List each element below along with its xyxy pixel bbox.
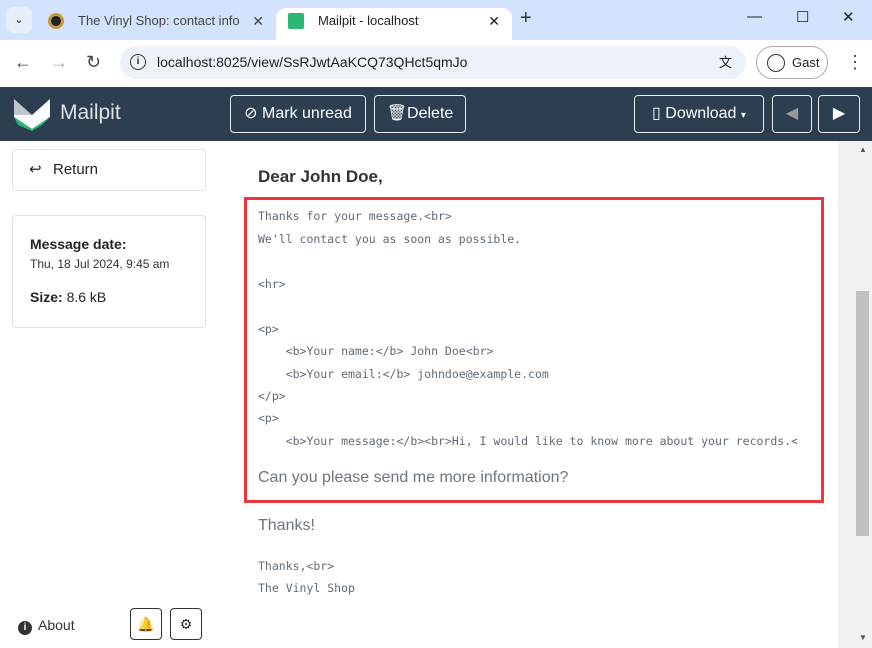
settings-button[interactable]: ⚙ <box>170 608 202 640</box>
caret-down-icon: ▾ <box>740 110 746 121</box>
info-icon: i <box>18 621 32 635</box>
body-line: Thanks for your message.<br> <box>258 209 452 223</box>
app-header: Mailpit ⊘ Mark unread 🗑Delete ▯ Download… <box>0 87 872 141</box>
address-bar-row: ← → ↻ i localhost:8025/view/SsRJwtAaKCQ7… <box>0 40 872 87</box>
mailpit-favicon-icon <box>288 13 304 29</box>
signature-line: Thanks,<br> <box>258 559 335 573</box>
back-button[interactable]: ← <box>14 52 32 73</box>
eye-slash-icon: ⊘ <box>244 105 263 122</box>
mailpit-logo-icon <box>14 99 50 131</box>
body-thanks: Thanks! <box>258 517 315 534</box>
body-line: <p> <box>258 411 279 425</box>
brand-name[interactable]: Mailpit <box>60 101 121 125</box>
tab-mailpit[interactable]: Mailpit - localhost ✕ <box>276 8 512 40</box>
maximize-button[interactable]: ☐ <box>796 8 809 26</box>
body-line: <b>Your name:</b> John Doe<br> <box>258 344 494 358</box>
menu-kebab-icon[interactable]: ⋮ <box>846 52 864 73</box>
download-button[interactable]: ▯ Download ▾ <box>634 95 764 133</box>
reload-button[interactable]: ↻ <box>86 52 101 73</box>
previous-message-button[interactable]: ◀ <box>772 95 812 133</box>
size-value: 8.6 kB <box>66 289 107 305</box>
scrollbar-thumb[interactable] <box>856 291 869 536</box>
body-line: We'll contact you as soon as possible. <box>258 232 522 246</box>
site-info-icon[interactable]: i <box>130 54 146 70</box>
translate-icon[interactable]: 文 <box>719 46 732 79</box>
profile-button[interactable]: Gast <box>756 46 828 79</box>
next-message-button[interactable]: ▶ <box>818 95 860 133</box>
close-tab-icon[interactable]: ✕ <box>252 8 264 34</box>
tab-search-button[interactable]: ⌄ <box>6 7 32 33</box>
vertical-scrollbar[interactable]: ▲ ▼ <box>838 141 872 648</box>
close-window-button[interactable]: ✕ <box>842 8 855 26</box>
label: Delete <box>407 105 454 122</box>
gear-icon: ⚙ <box>179 616 193 632</box>
body-line: <p> <box>258 322 279 336</box>
size-label: Size: <box>30 289 63 305</box>
profile-icon <box>767 54 785 72</box>
bell-icon: 🔔 <box>137 616 155 632</box>
profile-name: Gast <box>792 55 820 70</box>
body-line: <b>Your email:</b> johndoe@example.com <box>258 367 549 381</box>
browser-tab-bar: ⌄ The Vinyl Shop: contact info ✕ Mailpit… <box>0 0 872 40</box>
vinyl-favicon-icon <box>48 13 64 29</box>
label: Download <box>665 105 737 122</box>
label: Mark unread <box>262 105 352 122</box>
delete-button[interactable]: 🗑Delete <box>374 95 466 133</box>
body-question: Can you please send me more information? <box>258 469 569 486</box>
body-line: <hr> <box>258 277 286 291</box>
date-value: Thu, 18 Jul 2024, 9:45 am <box>30 257 170 271</box>
tab-title: The Vinyl Shop: contact info <box>78 13 240 28</box>
file-download-icon: ▯ <box>652 105 666 122</box>
message-info-card: Message date: Thu, 18 Jul 2024, 9:45 am … <box>12 215 206 328</box>
sidebar: ↩ Return Message date: Thu, 18 Jul 2024, … <box>0 141 220 648</box>
tab-vinyl-shop[interactable]: The Vinyl Shop: contact info ✕ <box>36 8 276 40</box>
url-text: localhost:8025/view/SsRJwtAaKCQ73QHct5qm… <box>157 54 468 70</box>
minimize-button[interactable]: — <box>747 8 762 25</box>
mark-unread-button[interactable]: ⊘ Mark unread <box>230 95 366 133</box>
forward-button[interactable]: → <box>50 52 68 73</box>
scroll-up-icon[interactable]: ▲ <box>859 145 867 154</box>
tab-title: Mailpit - localhost <box>318 13 419 28</box>
scroll-down-icon[interactable]: ▼ <box>859 633 867 642</box>
return-arrow-icon: ↩ <box>29 161 42 178</box>
label: Return <box>53 161 99 178</box>
body-line: <b>Your message:</b><br>Hi, I would like… <box>258 434 799 448</box>
about-link[interactable]: i About <box>18 617 75 635</box>
return-button[interactable]: ↩ Return <box>12 149 206 191</box>
greeting: Dear John Doe, <box>258 167 383 186</box>
body-line: </p> <box>258 389 286 403</box>
notifications-button[interactable]: 🔔 <box>130 608 162 640</box>
signature-line: The Vinyl Shop <box>258 581 355 595</box>
label: About <box>38 617 75 633</box>
date-label: Message date: <box>30 236 127 252</box>
url-input[interactable]: i localhost:8025/view/SsRJwtAaKCQ73QHct5… <box>120 46 746 79</box>
new-tab-button[interactable]: + <box>520 7 532 30</box>
close-tab-icon[interactable]: ✕ <box>488 8 500 34</box>
trash-icon: 🗑 <box>386 105 408 122</box>
